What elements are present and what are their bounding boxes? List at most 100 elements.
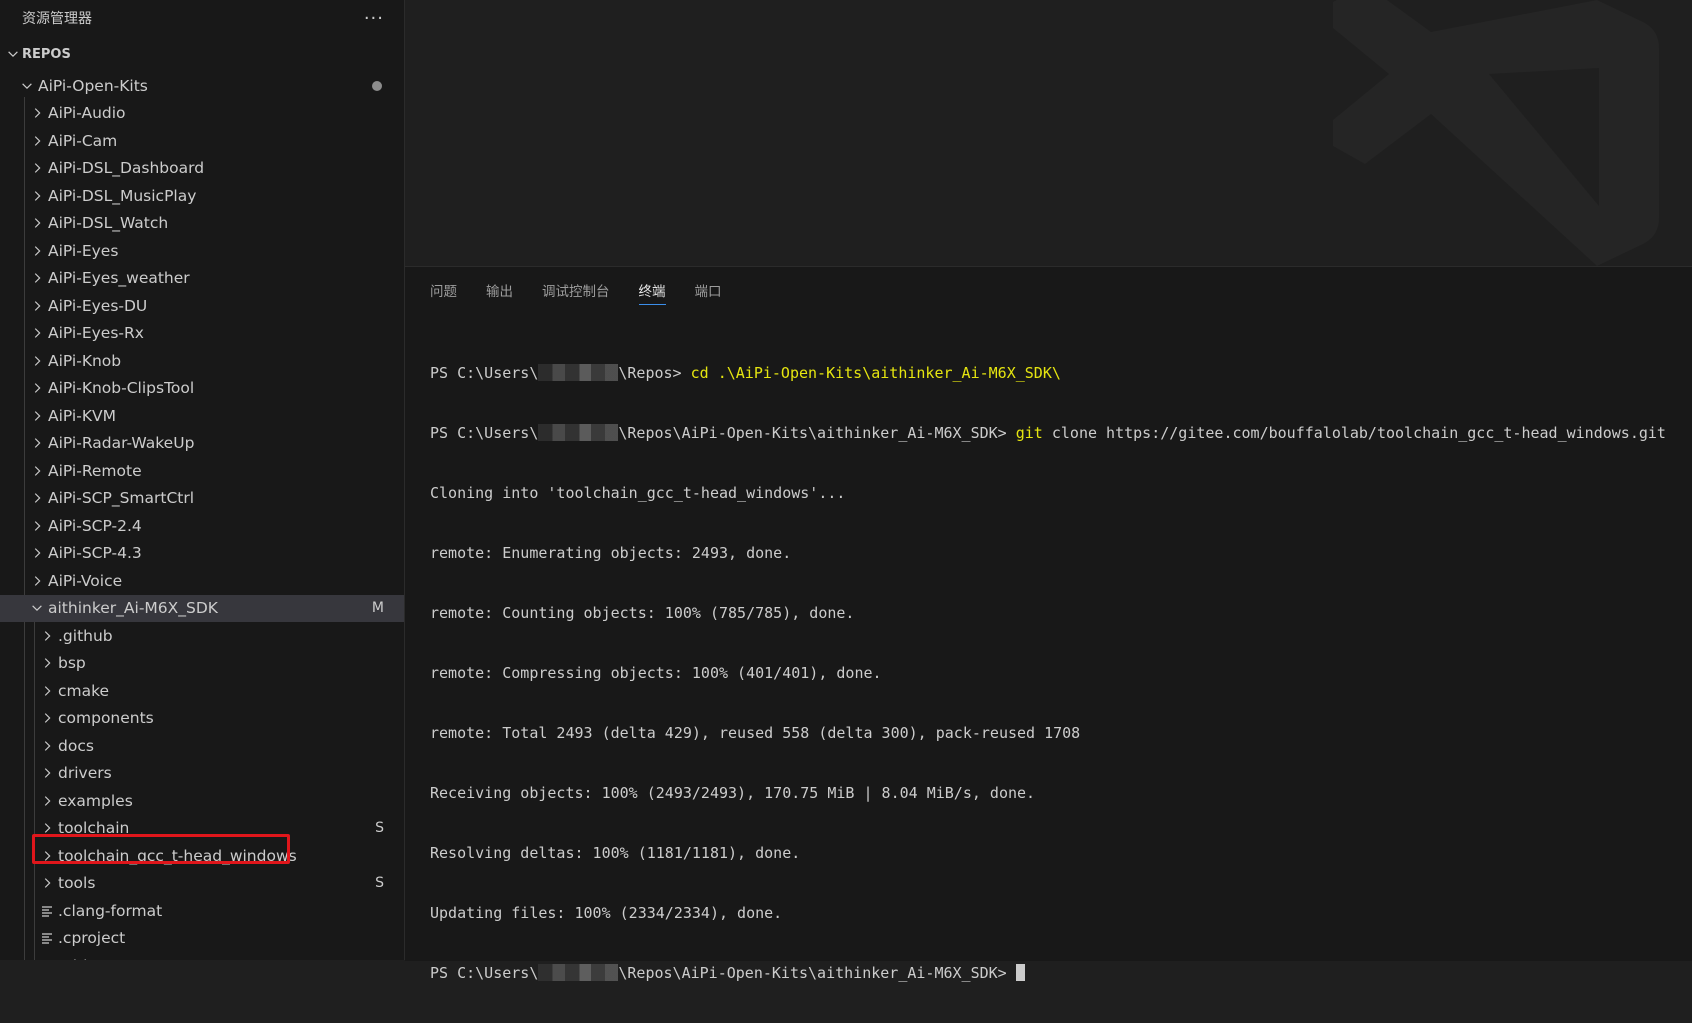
chevron-right-icon	[38, 709, 56, 727]
chevron-right-icon	[38, 847, 56, 865]
tree-item-label: toolchain	[58, 819, 129, 837]
tree-item-label: docs	[58, 737, 94, 755]
folder-sdk[interactable]: aithinker_Ai-M6X_SDKM	[0, 595, 404, 623]
prompt-path: \Repos\AiPi-Open-Kits\aithinker_Ai-M6X_S…	[618, 964, 1015, 982]
more-actions-icon[interactable]: ···	[364, 8, 384, 29]
tree-folder[interactable]: toolsS	[0, 870, 404, 898]
tree-file[interactable]: .gitignore	[0, 952, 404, 960]
tree-folder[interactable]: AiPi-SCP-2.4	[0, 512, 404, 540]
terminal-line: Resolving deltas: 100% (1181/1181), done…	[430, 843, 1692, 863]
chevron-right-icon	[28, 379, 46, 397]
explorer-sidebar: 资源管理器 ··· REPOS AiPi-Open-Kits AiPi-Audio…	[0, 0, 405, 960]
section-repos[interactable]: REPOS	[0, 36, 404, 72]
chevron-right-icon	[28, 572, 46, 590]
tree-item-label: AiPi-Voice	[48, 572, 122, 590]
chevron-right-icon	[28, 352, 46, 370]
tree-item-label: examples	[58, 792, 133, 810]
chevron-right-icon	[38, 737, 56, 755]
chevron-right-icon	[28, 297, 46, 315]
tree-folder[interactable]: docs	[0, 732, 404, 760]
tree-item-label: AiPi-KVM	[48, 407, 116, 425]
tree-folder[interactable]: AiPi-Eyes	[0, 237, 404, 265]
chevron-right-icon	[28, 242, 46, 260]
redacted-username	[538, 964, 618, 981]
tree-file[interactable]: .clang-format	[0, 897, 404, 925]
tree-folder[interactable]: .github	[0, 622, 404, 650]
git-status-badge: S	[375, 875, 384, 891]
tree-item-label: AiPi-Knob-ClipsTool	[48, 379, 194, 397]
chevron-right-icon	[28, 517, 46, 535]
tree-folder[interactable]: drivers	[0, 760, 404, 788]
explorer-title: 资源管理器	[22, 8, 92, 28]
tree-folder[interactable]: AiPi-DSL_MusicPlay	[0, 182, 404, 210]
tree-folder[interactable]: cmake	[0, 677, 404, 705]
chevron-right-icon	[28, 132, 46, 150]
tree-item-label: .clang-format	[58, 902, 162, 920]
tab-output[interactable]: 输出	[486, 267, 513, 313]
terminal-output[interactable]: PS C:\Users\\Repos> cd .\AiPi-Open-Kits\…	[405, 313, 1692, 1023]
tree-item-label: AiPi-Eyes-DU	[48, 297, 147, 315]
tree-folder[interactable]: bsp	[0, 650, 404, 678]
tab-problems[interactable]: 问题	[430, 267, 457, 313]
tree-folder[interactable]: AiPi-Knob-ClipsTool	[0, 375, 404, 403]
terminal-line: Receiving objects: 100% (2493/2493), 170…	[430, 783, 1692, 803]
tree-file[interactable]: .cproject	[0, 925, 404, 953]
tree-folder[interactable]: AiPi-Knob	[0, 347, 404, 375]
tree-folder[interactable]: examples	[0, 787, 404, 815]
tree-item-label: AiPi-DSL_Watch	[48, 214, 168, 232]
terminal-cursor	[1016, 964, 1025, 981]
tree-item-label: .cproject	[58, 929, 125, 947]
tree-folder[interactable]: AiPi-DSL_Dashboard	[0, 155, 404, 183]
terminal-line: remote: Enumerating objects: 2493, done.	[430, 543, 1692, 563]
tab-terminal[interactable]: 终端	[639, 267, 666, 313]
terminal-line: PS C:\Users\\Repos\AiPi-Open-Kits\aithin…	[430, 423, 1692, 443]
tab-debug-console[interactable]: 调试控制台	[542, 267, 610, 313]
command-text: git	[1016, 424, 1043, 442]
tree-item-label: AiPi-DSL_MusicPlay	[48, 187, 196, 205]
tree-item-label: AiPi-Open-Kits	[38, 77, 148, 95]
chevron-down-icon	[18, 77, 36, 95]
tree-folder[interactable]: components	[0, 705, 404, 733]
section-title: REPOS	[22, 47, 71, 62]
tree-item-label: AiPi-Eyes-Rx	[48, 324, 144, 342]
tree-item-label: AiPi-Eyes_weather	[48, 269, 190, 287]
tree-folder[interactable]: AiPi-SCP_SmartCtrl	[0, 485, 404, 513]
tree-folder[interactable]: AiPi-Audio	[0, 100, 404, 128]
tree-folder[interactable]: AiPi-KVM	[0, 402, 404, 430]
tree-item-label: AiPi-Cam	[48, 132, 117, 150]
tree-folder[interactable]: AiPi-Eyes-Rx	[0, 320, 404, 348]
tab-ports[interactable]: 端口	[695, 267, 722, 313]
chevron-right-icon	[28, 462, 46, 480]
chevron-right-icon	[28, 407, 46, 425]
tree-folder[interactable]: AiPi-Radar-WakeUp	[0, 430, 404, 458]
file-tree: AiPi-Open-Kits AiPi-Audio AiPi-Cam AiPi-DSL…	[0, 72, 404, 960]
editor-area	[405, 0, 1692, 266]
git-status-badge: M	[372, 600, 384, 616]
tree-folder[interactable]: toolchain S	[0, 815, 404, 843]
tree-folder[interactable]: toolchain_gcc_t-head_windows	[0, 842, 404, 870]
chevron-right-icon	[38, 819, 56, 837]
chevron-down-icon	[4, 45, 22, 63]
prompt-prefix: PS C:\Users\	[430, 364, 538, 382]
tree-item-label: components	[58, 709, 154, 727]
chevron-right-icon	[38, 682, 56, 700]
terminal-line: Cloning into 'toolchain_gcc_t-head_windo…	[430, 483, 1692, 503]
tree-folder[interactable]: AiPi-Remote	[0, 457, 404, 485]
chevron-down-icon	[28, 599, 46, 617]
tree-item-label: AiPi-SCP-2.4	[48, 517, 142, 535]
folder-aipi-open-kits[interactable]: AiPi-Open-Kits	[0, 72, 404, 100]
tree-folder[interactable]: AiPi-Eyes-DU	[0, 292, 404, 320]
tree-folder[interactable]: AiPi-Eyes_weather	[0, 265, 404, 293]
chevron-right-icon	[38, 654, 56, 672]
terminal-line: Updating files: 100% (2334/2334), done.	[430, 903, 1692, 923]
tree-folder[interactable]: AiPi-SCP-4.3	[0, 540, 404, 568]
tree-folder[interactable]: AiPi-Cam	[0, 127, 404, 155]
tree-item-label: bsp	[58, 654, 86, 672]
git-status-badge: S	[375, 820, 384, 836]
tree-folder[interactable]: AiPi-DSL_Watch	[0, 210, 404, 238]
command-text: cd .\AiPi-Open-Kits\aithinker_Ai-M6X_SDK…	[691, 364, 1061, 382]
tree-item-label: .github	[58, 627, 113, 645]
tree-folder[interactable]: AiPi-Voice	[0, 567, 404, 595]
modified-dot-icon	[372, 81, 382, 91]
terminal-line: remote: Compressing objects: 100% (401/4…	[430, 663, 1692, 683]
